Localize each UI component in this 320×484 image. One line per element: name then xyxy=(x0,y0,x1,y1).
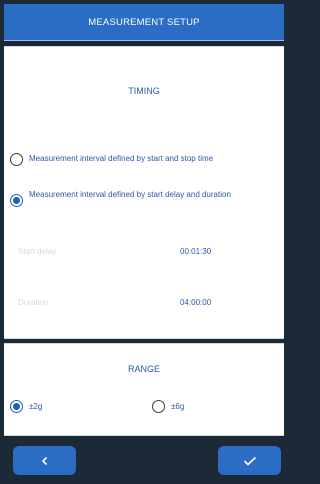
page-title: MEASUREMENT SETUP xyxy=(88,16,200,28)
radio-selected-icon[interactable] xyxy=(10,400,23,413)
timing-option-delay-duration-label: Measurement interval defined by start de… xyxy=(29,190,231,199)
timing-option-start-stop-label: Measurement interval defined by start an… xyxy=(29,154,214,163)
range-option-2g-label: ±2g xyxy=(29,402,43,411)
chevron-left-icon xyxy=(40,456,50,466)
duration-value[interactable]: 04:00:00 xyxy=(180,298,211,307)
timing-panel: TIMING Measurement interval defined by s… xyxy=(4,46,284,339)
timing-option-delay-duration[interactable]: Measurement interval defined by start de… xyxy=(10,190,261,207)
range-option-6g[interactable]: ±6g xyxy=(152,400,184,413)
screen-header: MEASUREMENT SETUP xyxy=(4,4,284,41)
timing-option-start-stop[interactable]: Measurement interval defined by start an… xyxy=(10,153,213,166)
check-icon xyxy=(243,456,257,466)
timing-section-title: TIMING xyxy=(128,86,160,96)
start-delay-value[interactable]: 00:01:30 xyxy=(180,247,211,256)
range-panel: RANGE ±2g ±6g xyxy=(4,343,284,436)
back-button[interactable] xyxy=(13,446,76,475)
range-option-2g[interactable]: ±2g xyxy=(10,400,42,413)
start-delay-label: Start delay xyxy=(18,247,57,256)
range-option-6g-label: ±6g xyxy=(171,402,185,411)
range-section-title: RANGE xyxy=(127,364,160,374)
radio-selected-icon[interactable] xyxy=(10,194,23,207)
radio-unselected-icon[interactable] xyxy=(10,153,23,166)
duration-label: Duration xyxy=(18,298,49,307)
confirm-button[interactable] xyxy=(218,446,281,475)
radio-unselected-icon[interactable] xyxy=(152,400,165,413)
